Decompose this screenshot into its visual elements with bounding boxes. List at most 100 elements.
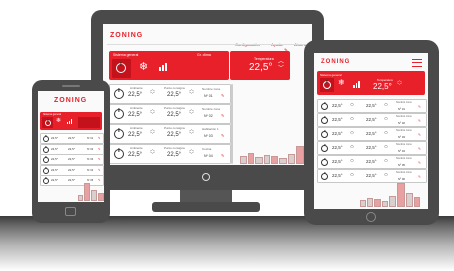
zone-temp-value: 22,5° (51, 167, 59, 172)
zone-edit-icon[interactable]: ✎ (98, 178, 101, 182)
zone-temp-label: Ambiente (130, 86, 143, 90)
fan-speed-icon[interactable] (67, 119, 73, 124)
power-icon[interactable] (321, 145, 328, 152)
zone-setpoint-stepper[interactable]: ︿ ﹀ (350, 171, 354, 179)
zone-edit-icon[interactable]: ✎ (98, 168, 101, 172)
zone-edit-icon[interactable]: ✎ (221, 153, 224, 158)
tablet-home-button[interactable] (366, 212, 376, 222)
zone-name-label: Cocina (202, 147, 212, 151)
zone-setpoint-stepper[interactable]: ︿ ﹀ (350, 143, 354, 151)
zone-setpoint-stepper[interactable]: ︿ ﹀ (384, 129, 388, 137)
zone-setpoint-stepper[interactable]: ︿ ﹀ (189, 128, 194, 138)
power-icon[interactable] (321, 103, 328, 110)
zone-setpoint-stepper[interactable]: ︿ ﹀ (350, 101, 354, 109)
power-icon[interactable] (321, 117, 328, 124)
zone-setpoint-stepper[interactable]: ︿ ﹀ (384, 171, 388, 179)
zone-setpoint-value: 22,5° (167, 112, 182, 118)
zone-edit-icon[interactable]: ✎ (221, 113, 224, 118)
power-icon[interactable] (43, 157, 49, 163)
power-icon (323, 81, 331, 89)
zone-name-label: Habitación 1 (202, 127, 219, 131)
desktop-power-dot[interactable] (202, 173, 210, 181)
snowflake-icon[interactable]: ❄ (139, 62, 148, 73)
power-icon[interactable] (43, 146, 49, 153)
zone-temp-value: 22,5° (332, 117, 343, 122)
tablet-master-power-box[interactable] (320, 78, 334, 92)
power-icon[interactable] (114, 149, 124, 159)
zone-setpoint-value: 22,5° (366, 103, 377, 108)
power-icon[interactable] (114, 89, 124, 99)
zone-name-label: Nombre zona (396, 157, 412, 160)
zone-edit-icon[interactable]: ✎ (418, 161, 421, 165)
zone-name-label: Nombre zona (202, 107, 221, 111)
phone-screen: ZONING Sistema general ❄ 22,5° 22,5° Nº 01… (38, 91, 104, 202)
zone-setpoint-stepper[interactable]: ︿ ﹀ (150, 128, 155, 138)
desktop-master-temp-value: 22,5° (249, 62, 273, 73)
zone-edit-icon[interactable]: ✎ (98, 147, 101, 151)
zone-edit-icon[interactable]: ✎ (418, 175, 421, 179)
phone-home-button[interactable] (65, 207, 76, 216)
zone-setpoint-stepper[interactable]: ︿ ﹀ (150, 148, 155, 158)
power-icon[interactable] (114, 109, 124, 119)
tablet-master-panel: Sistema general ❄ Temperatura 22,5° ︿ ﹀ (317, 71, 425, 95)
snowflake-icon[interactable]: ❄ (56, 118, 61, 124)
zone-edit-icon[interactable]: ✎ (98, 157, 101, 161)
zone-temp-label: Ambiente (130, 146, 143, 150)
zone-setpoint-stepper[interactable]: ︿ ﹀ (384, 115, 388, 123)
power-icon[interactable] (114, 129, 124, 139)
desktop-master-panel: Sistema general Gr. clima ❄ (109, 51, 229, 80)
zone-name-value: Nº 03 (398, 135, 405, 139)
tablet-master-temp-stepper[interactable]: ︿ ﹀ (397, 79, 402, 89)
zone-edit-icon[interactable]: ✎ (98, 136, 101, 140)
power-icon[interactable] (43, 167, 49, 174)
power-icon[interactable] (321, 173, 328, 180)
zone-name-value: Nº 01 (87, 137, 94, 140)
zone-setpoint-label: Punto consigna (164, 86, 185, 90)
desktop-scrollbar[interactable] (231, 84, 233, 164)
zone-temp-value: 22,5° (51, 136, 59, 140)
zone-setpoint-stepper[interactable]: ︿ ﹀ (384, 143, 388, 151)
snowflake-icon[interactable]: ❄ (338, 79, 345, 87)
zone-name-value: Nº 04 (398, 149, 405, 153)
power-icon[interactable] (43, 178, 49, 184)
zone-edit-icon[interactable]: ✎ (221, 93, 224, 98)
desktop-master-power-box[interactable] (112, 59, 131, 78)
zone-setpoint-stepper[interactable]: ︿ ﹀ (384, 157, 388, 165)
zone-temp-value: 22,5° (332, 145, 343, 150)
desktop-monitor: ZONING Configuración Ayuda Ahorro Sistem… (91, 10, 324, 190)
fan-speed-icon[interactable] (353, 81, 360, 88)
zone-setpoint-stepper[interactable]: ︿ ﹀ (150, 88, 155, 98)
zone-edit-icon[interactable]: ✎ (418, 105, 421, 109)
desktop-stand-base (152, 202, 260, 212)
hamburger-menu-icon[interactable] (412, 59, 422, 67)
desktop-master-label: Sistema general (113, 53, 139, 57)
zone-edit-icon[interactable]: ✎ (221, 133, 224, 138)
zone-row: Ambiente 22,5° Punto consigna 22,5° ︿ ﹀ ︿ ﹀ Coci… (109, 144, 231, 164)
zone-setpoint-stepper[interactable]: ︿ ﹀ (189, 88, 194, 98)
fan-speed-icon[interactable] (159, 63, 168, 71)
power-icon[interactable] (321, 131, 328, 138)
zone-row: Ambiente 22,5° Punto consigna 22,5° ︿ ﹀ ︿ ﹀ Nomb… (109, 84, 231, 104)
phone-master-power-box[interactable] (42, 117, 53, 128)
zone-temp-value: 22,5° (332, 159, 343, 164)
desktop-edit-icon[interactable]: ✎ (284, 48, 288, 54)
zone-setpoint-stepper[interactable]: ︿ ﹀ (350, 157, 354, 165)
power-icon[interactable] (43, 136, 49, 142)
zone-name-label: Nombre zona (396, 171, 412, 174)
zone-edit-icon[interactable]: ✎ (418, 133, 421, 137)
phone-device: ZONING Sistema general ❄ 22,5° 22,5° Nº 01… (32, 80, 110, 223)
zone-setpoint-value: 22,5° (366, 145, 377, 150)
desktop-master-temp-stepper[interactable]: ︿ ﹀ (278, 59, 284, 73)
zone-setpoint-stepper[interactable]: ︿ ﹀ (384, 101, 388, 109)
zone-edit-icon[interactable]: ✎ (418, 119, 421, 123)
zone-setpoint-stepper[interactable]: ︿ ﹀ (189, 148, 194, 158)
zone-setpoint-stepper[interactable]: ︿ ﹀ (150, 108, 155, 118)
tablet-master-label: Sistema general (320, 73, 342, 77)
zone-temp-value: 22,5° (332, 173, 343, 178)
power-icon[interactable] (321, 159, 328, 166)
zone-edit-icon[interactable]: ✎ (418, 147, 421, 151)
desktop-divider (107, 44, 308, 45)
zone-setpoint-stepper[interactable]: ︿ ﹀ (350, 129, 354, 137)
zone-setpoint-stepper[interactable]: ︿ ﹀ (189, 108, 194, 118)
zone-setpoint-stepper[interactable]: ︿ ﹀ (350, 115, 354, 123)
